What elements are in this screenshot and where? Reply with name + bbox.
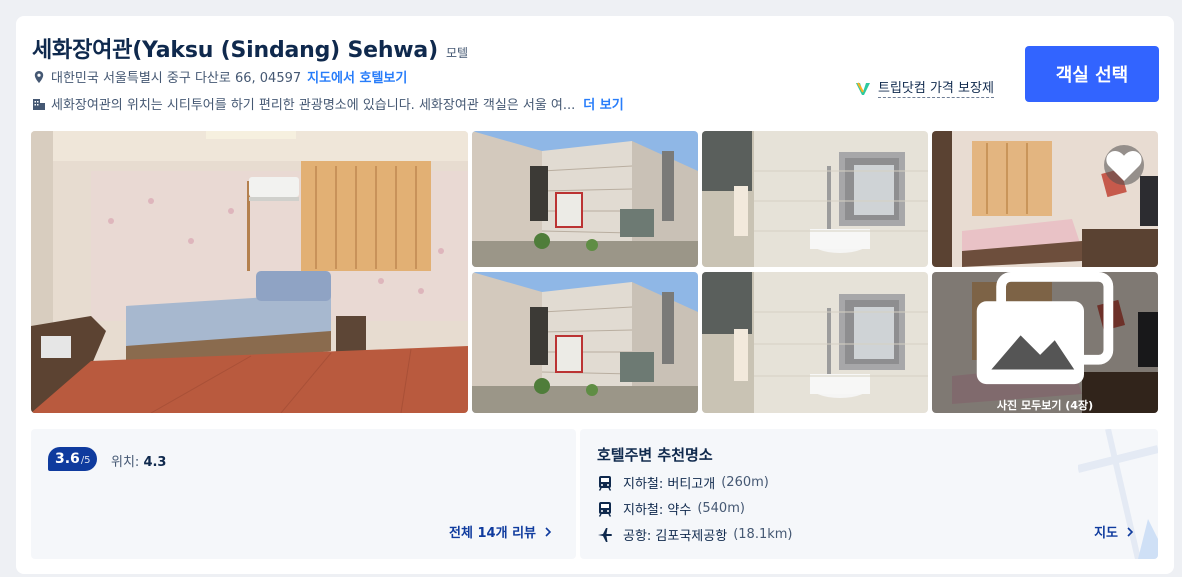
subway-icon — [598, 501, 612, 517]
map-link[interactable]: 지도 — [1094, 522, 1136, 541]
bathroom-image — [702, 131, 928, 267]
nearby-item-distance: (260m) — [721, 475, 769, 490]
map-link-label: 지도 — [1094, 526, 1118, 541]
hotel-description: 세화장여관의 위치는 시티투어를 하기 편리한 관광명소에 있습니다. 세화장여… — [51, 98, 576, 113]
title-row: 세화장여관(Yaksu (Sindang) Sehwa) 모텔 — [32, 32, 468, 64]
rating-score: 3.6 — [55, 451, 80, 467]
main-room-photo[interactable] — [31, 131, 468, 413]
nearby-item-label: 지하철: 버티고개 — [623, 477, 716, 492]
more-description-link[interactable]: 더 보기 — [583, 94, 623, 113]
address-row: 대한민국 서울특별시 중구 다산로 66, 04597 지도에서 호텔보기 — [32, 67, 407, 86]
building-icon — [33, 98, 45, 110]
location-score: 위치: 4.3 — [111, 451, 166, 470]
location-score-value: 4.3 — [143, 455, 167, 470]
nearby-title: 호텔주변 추천명소 — [597, 446, 713, 464]
nearby-attractions: 호텔주변 추천명소 지하철: 버티고개 (260m) 지하철: 약수 (540m… — [580, 429, 1158, 559]
gallery-photo-1[interactable] — [472, 131, 698, 267]
favorite-button[interactable] — [1104, 145, 1144, 185]
description-row: 세화장여관의 위치는 시티투어를 하기 편리한 관광명소에 있습니다. 세화장여… — [32, 94, 624, 113]
bedroom-image — [31, 131, 468, 413]
select-room-button[interactable]: 객실 선택 — [1025, 46, 1159, 102]
bathroom-image — [702, 272, 928, 413]
location-score-label: 위치: — [111, 455, 140, 470]
nearby-item: 지하철: 버티고개 (260m) — [597, 473, 769, 492]
nearby-item-distance: (18.1km) — [733, 527, 793, 542]
hotel-type-tag: 모텔 — [445, 46, 469, 60]
hotel-card: 세화장여관(Yaksu (Sindang) Sehwa) 모텔 대한민국 서울특… — [16, 16, 1174, 574]
rating-max: /5 — [80, 455, 91, 466]
nearby-item-label: 공항: 김포국제공항 — [623, 529, 728, 544]
price-guarantee-icon — [856, 82, 870, 95]
hotel-name: 세화장여관(Yaksu (Sindang) Sehwa) — [32, 38, 438, 63]
gallery-photo-2[interactable] — [702, 131, 928, 267]
nearby-item: 공항: 김포국제공항 (18.1km) — [597, 525, 792, 544]
heart-icon — [1106, 150, 1142, 181]
all-photos-label: 사진 모두보기 (4장) — [996, 399, 1094, 412]
view-on-map-link[interactable]: 지도에서 호텔보기 — [307, 67, 407, 86]
all-photos-overlay[interactable]: 사진 모두보기 (4장) — [932, 272, 1158, 413]
building-facade-image — [472, 272, 698, 413]
subway-icon — [598, 475, 612, 491]
all-reviews-link[interactable]: 전체 14개 리뷰 — [449, 522, 554, 541]
building-facade-image — [472, 131, 698, 267]
hotel-address: 대한민국 서울특별시 중구 다산로 66, 04597 — [51, 71, 302, 86]
gallery-photo-3[interactable] — [932, 131, 1158, 267]
all-reviews-label: 전체 14개 리뷰 — [449, 526, 536, 541]
nearby-item-distance: (540m) — [697, 501, 745, 516]
all-photos-tile[interactable]: 사진 모두보기 (4장) — [932, 272, 1158, 413]
nearby-item: 지하철: 약수 (540m) — [597, 499, 745, 518]
nearby-item-label: 지하철: 약수 — [623, 503, 692, 518]
review-summary: 3.6 /5 위치: 4.3 전체 14개 리뷰 — [31, 429, 576, 559]
price-guarantee-label: 트립닷컴 가격 보장제 — [878, 77, 994, 98]
chevron-right-icon — [1127, 526, 1134, 537]
chevron-right-icon — [545, 526, 552, 537]
gallery-photo-4[interactable] — [472, 272, 698, 413]
gallery-photo-5[interactable] — [702, 272, 928, 413]
photo-gallery-icon — [976, 272, 1114, 385]
price-guarantee[interactable]: 트립닷컴 가격 보장제 — [854, 77, 994, 98]
rating-badge: 3.6 /5 — [48, 447, 97, 471]
airplane-icon — [598, 527, 612, 542]
location-pin-icon — [34, 70, 44, 83]
